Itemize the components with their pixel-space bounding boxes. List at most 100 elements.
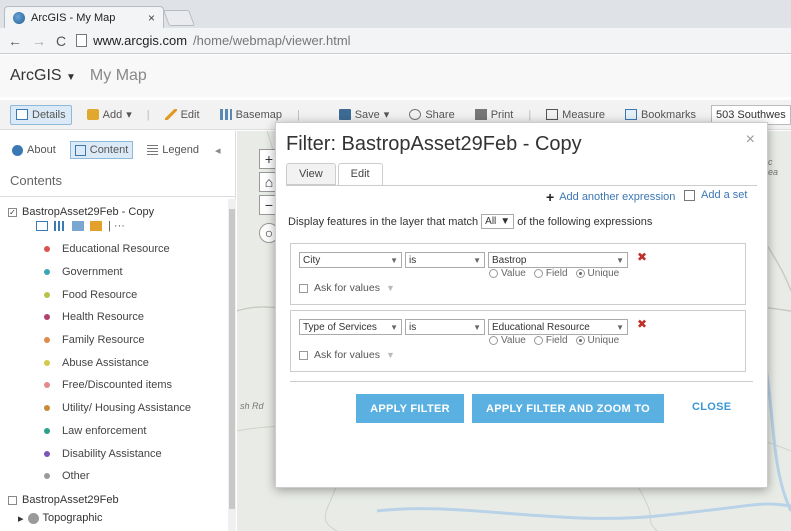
details-button[interactable]: Details — [10, 104, 72, 125]
add-layer-icon — [86, 109, 99, 120]
legend-label: Abuse Assistance — [62, 356, 149, 369]
basemap-button[interactable]: Basemap — [215, 106, 287, 124]
add-set-checkbox[interactable] — [684, 189, 695, 201]
dropdown-arrow-icon: ▼ — [390, 322, 398, 332]
apply-filter-zoom-button[interactable]: APPLY FILTER AND ZOOM TO — [472, 394, 664, 423]
operator-select-value: is — [409, 321, 417, 333]
add-label: Add — [102, 108, 123, 121]
legend-dot-icon — [44, 291, 50, 298]
radio-value[interactable]: Value — [489, 268, 526, 279]
tab-edit[interactable]: Edit — [337, 163, 383, 186]
radio-circle — [533, 336, 543, 345]
add-expression-link[interactable]: + Add another expression — [546, 189, 675, 205]
tab-about[interactable]: About — [8, 142, 60, 158]
tab-view[interactable]: View — [286, 163, 336, 185]
remove-expression-icon[interactable]: ✖ — [637, 250, 647, 264]
ruler-icon — [546, 109, 559, 120]
reload-icon[interactable]: C — [56, 34, 66, 48]
save-disk-icon — [338, 109, 351, 120]
apply-filter-button[interactable]: APPLY FILTER — [356, 394, 464, 423]
layer-tools: | ··· — [0, 220, 235, 238]
browser-toolbar: ← → C www.arcgis.com/home/webmap/viewer.… — [0, 28, 791, 54]
ask-for-values-checkbox[interactable] — [299, 283, 308, 293]
radio-field[interactable]: Field — [533, 335, 568, 346]
edit-button[interactable]: Edit — [160, 106, 205, 124]
radio-label: Field — [545, 268, 568, 279]
arcgis-menu[interactable]: ArcGIS ▼ — [10, 67, 76, 85]
panel-scrollbar[interactable] — [228, 199, 236, 531]
tab-title: ArcGIS - My Map — [31, 11, 116, 24]
legend-item: Free/Discounted items — [0, 374, 235, 397]
ask-for-values[interactable]: Ask for values ▼ — [299, 349, 395, 361]
radio-unique[interactable]: Unique — [575, 335, 619, 346]
measure-button[interactable]: Measure — [541, 106, 610, 124]
add-expression-label: Add another expression — [559, 191, 676, 203]
close-icon[interactable]: × — [746, 131, 755, 149]
print-button[interactable]: Print — [470, 106, 519, 124]
layer-visibility-checkbox[interactable] — [8, 495, 17, 505]
more-options-icon[interactable]: | ··· — [108, 220, 125, 232]
share-button[interactable]: Share — [404, 106, 459, 124]
legend-label: Health Resource — [62, 311, 144, 324]
value-select[interactable]: Educational Resource ▼ — [488, 319, 628, 335]
radio-label: Unique — [587, 268, 620, 279]
expand-arrow-icon[interactable]: ▸ — [18, 512, 24, 525]
browser-tabstrip: ArcGIS - My Map × — [0, 0, 791, 28]
ask-for-values-checkbox[interactable] — [299, 350, 308, 360]
legend-item: Family Resource — [0, 329, 235, 352]
address-bar[interactable]: www.arcgis.com/home/webmap/viewer.html — [76, 33, 351, 48]
close-button[interactable]: CLOSE — [692, 401, 731, 413]
basemap-row[interactable]: ▸ Topographic — [0, 508, 235, 525]
bookmark-icon — [624, 109, 637, 120]
contents-heading: Contents — [0, 169, 235, 197]
layer-name: BastropAsset29Feb — [22, 493, 119, 506]
add-button[interactable]: Add ▾ — [82, 105, 137, 124]
bookmarks-button[interactable]: Bookmarks — [620, 106, 701, 124]
show-table-icon[interactable] — [54, 221, 66, 231]
change-style-icon[interactable] — [72, 221, 84, 231]
layer-row-copy[interactable]: ✓ BastropAsset29Feb - Copy — [0, 203, 235, 220]
collapse-panel-icon[interactable]: ◂ — [215, 144, 221, 157]
expression-box: City ▼ is ▼ Bastrop ▼ ✖ Value Field Uniq… — [290, 243, 746, 305]
close-icon[interactable]: × — [148, 11, 155, 25]
radio-unique[interactable]: Unique — [575, 268, 620, 279]
match-select[interactable]: All ▼ — [481, 214, 515, 229]
value-select[interactable]: Bastrop ▼ — [488, 252, 628, 268]
filter-icon[interactable] — [90, 221, 102, 231]
operator-select[interactable]: is ▼ — [405, 319, 485, 335]
browser-tab[interactable]: ArcGIS - My Map × — [4, 6, 164, 28]
ask-for-values[interactable]: Ask for values ▼ — [299, 282, 395, 294]
add-set-link[interactable]: Add a set — [684, 189, 747, 201]
match-line: Display features in the layer that match… — [288, 214, 652, 229]
show-legend-icon[interactable] — [36, 221, 48, 231]
basemap-name: Topographic — [42, 512, 103, 525]
legend-label: Family Resource — [62, 334, 145, 347]
back-arrow-icon[interactable]: ← — [8, 34, 22, 48]
legend-item: Other — [0, 465, 235, 488]
expression-box: Type of Services ▼ is ▼ Educational Reso… — [290, 310, 746, 372]
forward-arrow-icon[interactable]: → — [32, 34, 46, 48]
radio-field[interactable]: Field — [533, 268, 568, 279]
dropdown-arrow-icon: ▼ — [473, 322, 481, 332]
legend-dot-icon — [44, 405, 50, 412]
chevron-down-icon: ▾ — [126, 109, 132, 121]
tab-content[interactable]: Content — [69, 141, 134, 159]
legend-item: Abuse Assistance — [0, 351, 235, 374]
scrollbar-thumb[interactable] — [229, 209, 235, 509]
app-header: ArcGIS ▼ My Map — [0, 55, 791, 97]
edit-label: Edit — [180, 108, 200, 121]
radio-circle-selected — [575, 336, 585, 345]
bookmarks-label: Bookmarks — [640, 108, 696, 121]
legend-dot-icon — [44, 427, 50, 434]
toolbar-separator: | — [528, 108, 532, 121]
funnel-icon: ▼ — [385, 283, 395, 293]
new-tab-button[interactable] — [163, 10, 195, 26]
radio-value[interactable]: Value — [489, 335, 526, 346]
layer-visibility-checkbox[interactable]: ✓ — [8, 208, 17, 217]
operator-select[interactable]: is ▼ — [405, 252, 485, 268]
field-select[interactable]: Type of Services ▼ — [299, 319, 402, 335]
layer-row-original[interactable]: BastropAsset29Feb — [0, 488, 235, 508]
remove-expression-icon[interactable]: ✖ — [637, 317, 647, 331]
tab-legend[interactable]: Legend — [143, 142, 203, 158]
field-select[interactable]: City ▼ — [299, 252, 402, 268]
